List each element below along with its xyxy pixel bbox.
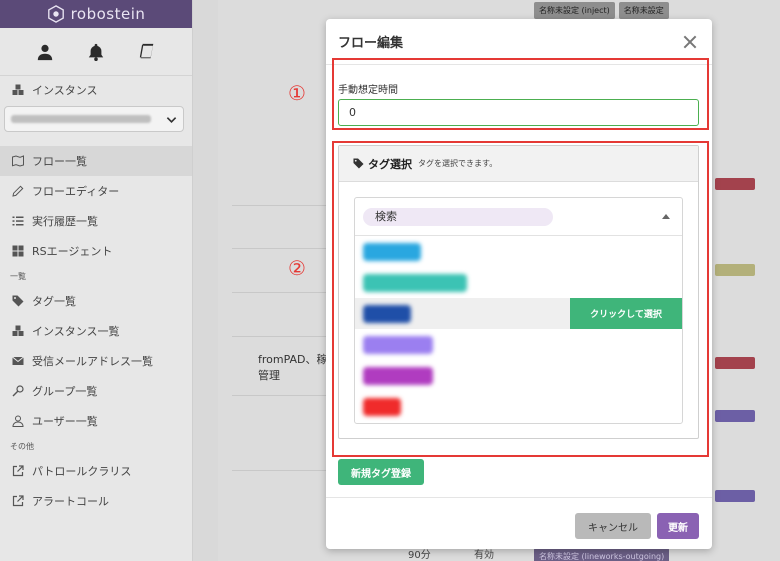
click-to-select-button[interactable]: クリックして選択 [570,298,682,329]
tag-search-row[interactable]: 検索 [355,198,682,236]
tag-panel-subtitle: タグを選択できます。 [418,159,498,168]
background-tag-chip [715,490,755,502]
modal-title: フロー編集 [338,36,404,51]
tag-option-list: クリックして選択 [355,236,682,422]
tag-option-chip [363,366,433,385]
sidebar-item-label: フロー一覧 [32,155,87,168]
tag-panel-title: タグ選択 [368,157,412,171]
instance-heading: インスタンス [0,76,192,104]
tags-icon [353,158,364,169]
map-icon [12,155,24,167]
sidebar-item-label: ユーザー一覧 [32,415,98,428]
sidebar-item-execution-history[interactable]: 実行履歴一覧 [0,206,192,236]
manual-time-label: 手動想定時間 [338,85,398,96]
bell-icon[interactable] [87,43,105,61]
background-tag-chip: 名称未設定 [618,2,669,19]
external-link-icon [12,465,24,477]
update-button[interactable]: 更新 [657,513,699,539]
robostein-logo-icon [47,5,64,23]
sidebar-item-group-list[interactable]: グループ一覧 [0,376,192,406]
tag-option-chip [363,335,433,354]
sidebar-item-flow-editor[interactable]: フローエディター [0,176,192,206]
list-icon [12,216,24,226]
sidebar: robostein インスタンス フロー一覧 フローエディター 実行履歴一覧 R… [0,0,193,561]
sidebar-item-patrol-claris[interactable]: パトロールクラリス [0,456,192,486]
sidebar-item-alert-call[interactable]: アラートコール [0,486,192,516]
pencil-icon [12,185,24,197]
flow-edit-modal: フロー編集 手動想定時間 タグ選択 タグを選択できます。 検索 クリックして選択 [326,19,712,549]
sidebar-item-user-list[interactable]: ユーザー一覧 [0,406,192,436]
cancel-button[interactable]: キャンセル [575,513,651,539]
tag-option-chip [363,273,467,292]
tag-option[interactable] [355,329,682,360]
tag-option[interactable] [355,267,682,298]
background-tag-chip [715,178,755,190]
annotation-marker-2: ② [288,256,306,280]
close-icon[interactable] [682,34,698,50]
cubes-icon [12,84,24,95]
sidebar-item-label: 実行履歴一覧 [32,215,98,228]
tag-option[interactable] [355,391,682,422]
sidebar-item-label: フローエディター [32,185,120,198]
external-link-icon [12,495,24,507]
cubes-icon [12,325,24,336]
new-tag-button[interactable]: 新規タグ登録 [338,459,424,485]
tag-panel-header: タグ選択 タグを選択できます。 [339,146,698,182]
envelope-icon [12,356,24,365]
sidebar-item-flow-list[interactable]: フロー一覧 [0,146,192,176]
background-tag-chip [715,264,755,276]
tag-option-chip [363,242,421,261]
quick-icons [0,28,192,76]
background-tag-chip: 名称未設定 (lineworks-outgoing) [534,548,670,561]
caret-up-icon[interactable] [662,214,670,219]
sidebar-item-mail-list[interactable]: 受信メールアドレス一覧 [0,346,192,376]
tag-option[interactable]: クリックして選択 [355,298,682,329]
tag-search-input[interactable]: 検索 [363,207,553,226]
sidebar-item-instance-list[interactable]: インスタンス一覧 [0,316,192,346]
instance-select-value [11,115,151,123]
background-tag-chips: 名称未設定 (inject) 名称未設定 [534,2,669,19]
book-icon[interactable] [138,43,156,61]
sidebar-item-label: パトロールクラリス [32,465,132,478]
user-icon [12,415,24,427]
brand-header[interactable]: robostein [0,0,192,28]
sidebar-item-label: アラートコール [32,495,109,508]
section-heading-list: 一覧 [10,271,26,281]
sidebar-item-rs-agent[interactable]: RSエージェント [0,236,192,266]
background-tag-chip [715,410,755,422]
manual-time-input[interactable] [338,99,699,126]
background-tag-chip: 名称未設定 (inject) [534,2,615,19]
instance-select[interactable] [4,106,184,132]
tag-option[interactable] [355,236,682,267]
user-icon[interactable] [36,43,54,61]
background-tag-chip [715,357,755,369]
tag-icon [12,295,24,307]
annotation-marker-1: ① [288,81,306,105]
sidebar-item-label: インスタンス一覧 [32,325,120,338]
instance-heading-label: インスタンス [32,84,98,97]
sidebar-item-tag-list[interactable]: タグ一覧 [0,286,192,316]
sidebar-item-label: グループ一覧 [32,385,98,398]
tag-option[interactable] [355,360,682,391]
sidebar-item-label: 受信メールアドレス一覧 [32,355,153,368]
chevron-down-icon [166,116,177,123]
brand-name: robostein [70,5,146,23]
tag-option-chip [363,304,411,323]
section-heading-other: その他 [10,441,34,451]
key-icon [12,385,24,397]
tag-dropdown: 検索 クリックして選択 [354,197,683,424]
sidebar-item-label: タグ一覧 [32,295,76,308]
tag-option-chip [363,397,401,416]
sidebar-item-label: RSエージェント [32,245,113,258]
tag-select-panel: タグ選択 タグを選択できます。 検索 クリックして選択 [338,145,699,439]
modal-footer: キャンセル 更新 [326,497,712,549]
windows-icon [12,245,24,257]
